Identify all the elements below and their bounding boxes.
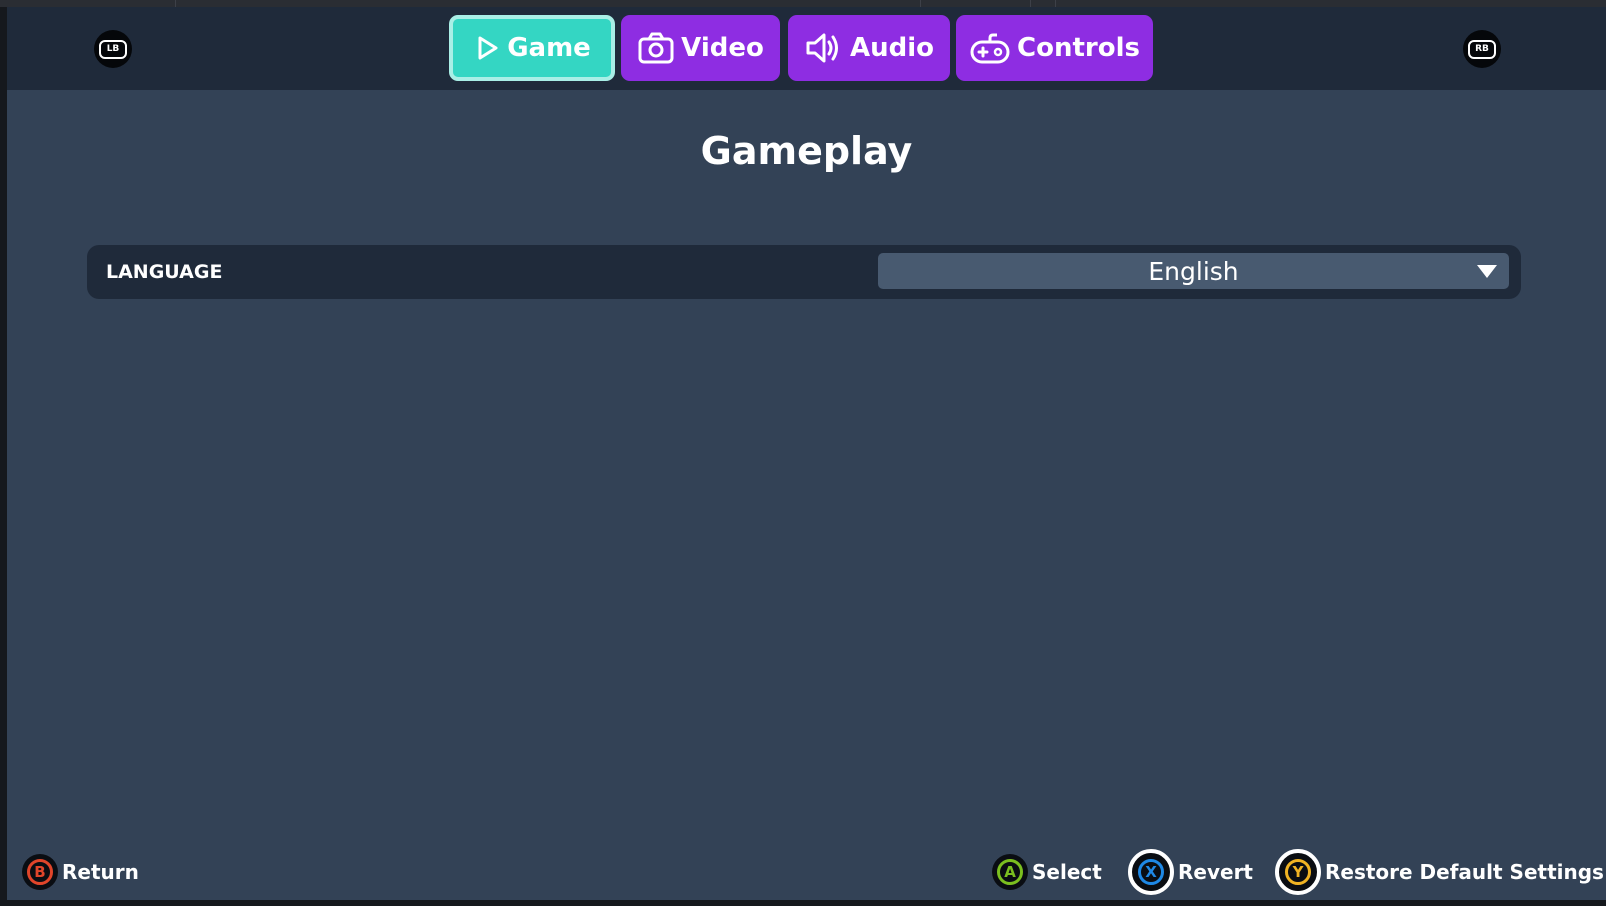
return-hint[interactable]: B Return — [22, 854, 139, 890]
tab-video-label: Video — [681, 33, 764, 63]
speaker-icon — [806, 33, 838, 63]
tab-audio[interactable]: Audio — [788, 15, 950, 81]
setting-row-language: LANGUAGE English — [87, 245, 1521, 299]
camera-icon — [638, 32, 674, 64]
y-button-glyph: Y — [1285, 859, 1311, 885]
a-button-icon: A — [992, 854, 1028, 890]
select-label: Select — [1032, 860, 1102, 884]
x-button-icon: X — [1128, 849, 1174, 895]
gamepad-icon — [970, 33, 1010, 64]
b-button-glyph: B — [27, 859, 53, 885]
tab-video[interactable]: Video — [621, 15, 780, 81]
rb-bumper-icon[interactable]: RB — [1463, 30, 1501, 68]
language-dropdown[interactable]: English — [878, 253, 1509, 289]
settings-menu: LB Game Video Audio Controls RB Gameplay… — [7, 7, 1606, 900]
tab-game-label: Game — [507, 33, 591, 63]
lb-label: LB — [99, 39, 127, 59]
lb-bumper-icon[interactable]: LB — [94, 30, 132, 68]
rb-label: RB — [1468, 39, 1496, 59]
editor-toolbar-strip — [0, 0, 1606, 7]
dropdown-value: English — [1148, 256, 1239, 286]
return-label: Return — [62, 860, 139, 884]
revert-label: Revert — [1178, 860, 1253, 884]
restore-defaults-hint[interactable]: Y Restore Default Settings — [1275, 849, 1604, 895]
dropdown-arrow-icon — [1477, 265, 1497, 278]
restore-defaults-label: Restore Default Settings — [1325, 860, 1604, 884]
x-button-glyph: X — [1138, 859, 1164, 885]
a-button-glyph: A — [997, 859, 1023, 885]
revert-hint[interactable]: X Revert — [1128, 849, 1253, 895]
tab-controls-label: Controls — [1017, 33, 1140, 63]
y-button-icon: Y — [1275, 849, 1321, 895]
setting-label: LANGUAGE — [106, 261, 223, 283]
select-hint[interactable]: A Select — [992, 854, 1102, 890]
tab-audio-label: Audio — [849, 33, 935, 63]
tab-game[interactable]: Game — [449, 15, 615, 81]
tab-controls[interactable]: Controls — [956, 15, 1153, 81]
play-icon — [478, 36, 498, 60]
tab-bar: LB Game Video Audio Controls RB — [7, 7, 1606, 90]
section-title: Gameplay — [700, 129, 913, 173]
b-button-icon: B — [22, 854, 58, 890]
